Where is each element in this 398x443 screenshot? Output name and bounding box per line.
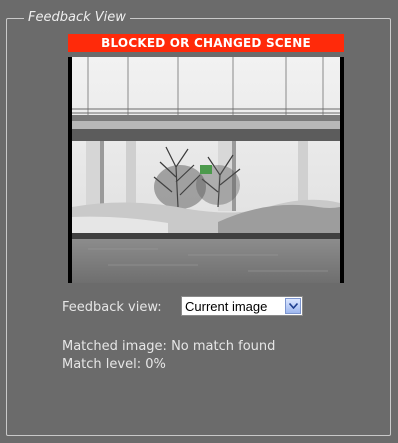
blocked-scene-alert: BLOCKED OR CHANGED SCENE bbox=[68, 34, 344, 52]
match-level-label: Match level: bbox=[62, 357, 142, 372]
match-level-value: 0% bbox=[145, 357, 166, 372]
match-level-line: Match level: 0% bbox=[62, 356, 166, 373]
matched-image-line: Matched image: No match found bbox=[62, 338, 275, 355]
feedback-view-select[interactable]: Current image bbox=[181, 296, 303, 316]
camera-feed-image bbox=[68, 57, 344, 283]
matched-image-value: No match found bbox=[171, 339, 276, 354]
panel-legend: Feedback View bbox=[24, 10, 130, 26]
feedback-view-label: Feedback view: bbox=[62, 300, 162, 315]
chevron-down-icon[interactable] bbox=[285, 298, 301, 314]
feedback-view-selected: Current image bbox=[185, 298, 268, 314]
matched-image-label: Matched image: bbox=[62, 339, 167, 354]
